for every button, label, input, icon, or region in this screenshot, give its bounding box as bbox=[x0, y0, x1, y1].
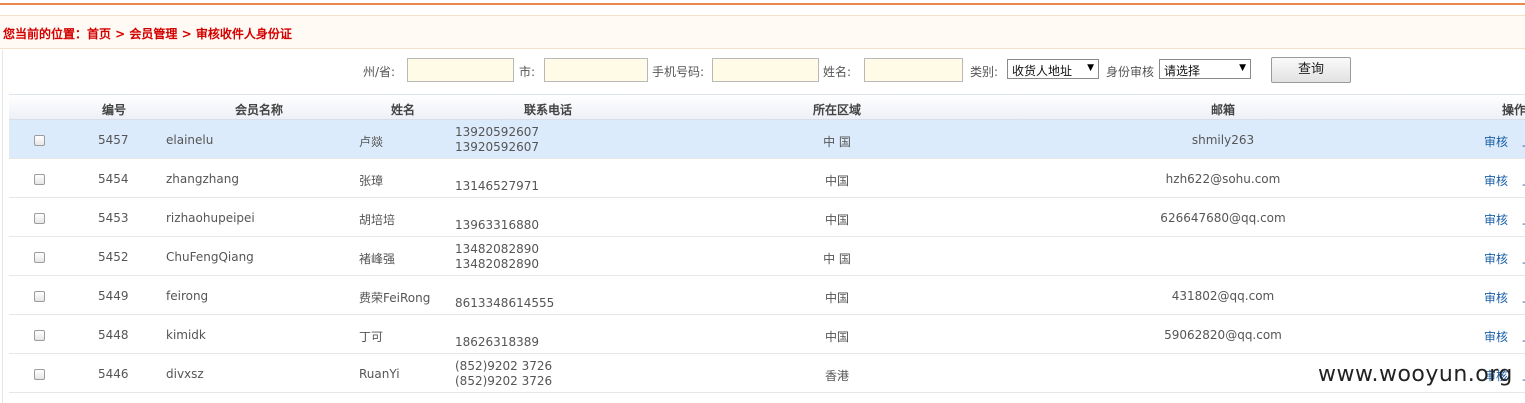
row-name: RuanYi bbox=[359, 367, 400, 381]
review-link[interactable]: 审核 bbox=[1484, 328, 1508, 345]
row-region: 中国 bbox=[824, 330, 850, 344]
header-phone: 联系电话 bbox=[523, 103, 573, 117]
category-selected: 收货人地址 bbox=[1012, 64, 1073, 78]
city-input[interactable] bbox=[544, 58, 648, 82]
table-row: 5453 rizhaohupeipei 胡培培 13963316880 中国 6… bbox=[9, 198, 1525, 237]
row-phone: 8613348614555 bbox=[455, 296, 555, 310]
row-member: rizhaohupeipei bbox=[166, 211, 255, 225]
row-email: 626647680@qq.com bbox=[1160, 211, 1286, 225]
table-row: 5449 feirong 费荣FeiRong 8613348614555 中国 … bbox=[9, 276, 1525, 315]
header-region: 所在区域 bbox=[812, 103, 862, 117]
breadcrumb: 您当前的位置：首页 > 会员管理 > 审核收件人身份证 bbox=[3, 27, 292, 41]
dropdown-arrow-icon: ▼ bbox=[1239, 63, 1246, 73]
row-id: 5457 bbox=[98, 133, 129, 147]
filter-bar: 州/省: 市: 手机号码: 姓名: 类别: 收货人地址 ▼ 身份审核 请选择 ▼… bbox=[3, 50, 1525, 94]
watermark: www.wooyun.org bbox=[1318, 362, 1513, 387]
name-label: 姓名: bbox=[823, 65, 852, 79]
row-member: divxsz bbox=[166, 367, 204, 381]
header-id: 编号 bbox=[101, 103, 127, 117]
header-member: 会员名称 bbox=[234, 103, 284, 117]
id-review-select[interactable]: 请选择 ▼ bbox=[1159, 59, 1251, 79]
row-phone: 13963316880 bbox=[455, 218, 539, 232]
dropdown-arrow-icon: ▼ bbox=[1087, 63, 1094, 73]
mobile-label: 手机号码: bbox=[652, 65, 705, 79]
table-row: 5452 ChuFengQiang 褚峰强 13482082890 1348208… bbox=[9, 237, 1525, 276]
review-link[interactable]: 审核 bbox=[1484, 289, 1508, 306]
row-region: 中 国 bbox=[823, 135, 851, 149]
top-accent bbox=[0, 0, 1525, 6]
header-action: 操作 bbox=[1501, 103, 1525, 117]
category-label: 类别: bbox=[970, 65, 999, 79]
mobile-input[interactable] bbox=[712, 58, 819, 82]
row-checkbox[interactable] bbox=[34, 369, 45, 380]
row-phone: (852)9202 3726 (852)9202 3726 bbox=[455, 359, 553, 388]
review-link[interactable]: 审核 bbox=[1484, 172, 1508, 189]
row-member: elainelu bbox=[166, 133, 214, 147]
header-email: 邮箱 bbox=[1210, 103, 1236, 117]
row-checkbox[interactable] bbox=[34, 252, 45, 263]
row-phone: 13920592607 13920592607 bbox=[455, 125, 539, 154]
row-id: 5449 bbox=[98, 289, 129, 303]
member-table: 编号 会员名称 姓名 联系电话 所在区域 邮箱 操作 5457 elainelu… bbox=[9, 94, 1525, 403]
row-email: 431802@qq.com bbox=[1171, 289, 1275, 303]
name-input[interactable] bbox=[864, 58, 963, 82]
row-phone: 13146527971 bbox=[455, 179, 539, 193]
row-region: 中国 bbox=[824, 174, 850, 188]
header-name: 姓名 bbox=[390, 103, 416, 117]
row-name: 胡培培 bbox=[359, 213, 396, 227]
main-content: 州/省: 市: 手机号码: 姓名: 类别: 收货人地址 ▼ 身份审核 请选择 ▼… bbox=[2, 50, 1525, 403]
row-email: hzh622@sohu.com bbox=[1165, 172, 1281, 186]
row-name: 丁可 bbox=[359, 330, 384, 344]
row-id: 5448 bbox=[98, 328, 129, 342]
row-member: kimidk bbox=[166, 328, 206, 342]
table-row: 5448 kimidk 丁可 18626318389 中国 59062820@q… bbox=[9, 315, 1525, 354]
review-link[interactable]: 审核 bbox=[1484, 250, 1508, 267]
row-name: 张璋 bbox=[359, 174, 384, 188]
row-email: shmily263 bbox=[1191, 133, 1255, 147]
row-region: 中国 bbox=[824, 291, 850, 305]
row-phone: 18626318389 bbox=[455, 335, 539, 349]
review-link[interactable]: 审核 bbox=[1484, 211, 1508, 228]
table-row: 5446 divxsz RuanYi (852)9202 3726 (852)92… bbox=[9, 354, 1525, 393]
row-name: 费荣FeiRong bbox=[359, 291, 431, 305]
row-id: 5452 bbox=[98, 250, 129, 264]
category-select[interactable]: 收货人地址 ▼ bbox=[1007, 59, 1099, 79]
row-id: 5454 bbox=[98, 172, 129, 186]
table-row-partial bbox=[9, 393, 1525, 403]
table-row: 5457 elainelu 卢燚 13920592607 13920592607 … bbox=[9, 120, 1525, 159]
province-label: 州/省: bbox=[363, 65, 396, 79]
id-review-label: 身份审核 bbox=[1106, 65, 1155, 79]
review-link[interactable]: 审核 bbox=[1484, 133, 1508, 150]
row-checkbox[interactable] bbox=[34, 174, 45, 185]
id-review-selected: 请选择 bbox=[1164, 64, 1201, 78]
breadcrumb-bar: 您当前的位置：首页 > 会员管理 > 审核收件人身份证 bbox=[0, 15, 1525, 49]
row-member: feirong bbox=[166, 289, 209, 303]
row-id: 5446 bbox=[98, 367, 129, 381]
row-phone: 13482082890 13482082890 bbox=[455, 242, 539, 271]
row-checkbox[interactable] bbox=[34, 213, 45, 224]
city-label: 市: bbox=[519, 65, 536, 79]
row-member: zhangzhang bbox=[166, 172, 239, 186]
query-button[interactable]: 查询 bbox=[1271, 57, 1351, 83]
province-input[interactable] bbox=[407, 58, 514, 82]
table-header: 编号 会员名称 姓名 联系电话 所在区域 邮箱 操作 bbox=[9, 94, 1525, 120]
table-row: 5454 zhangzhang 张璋 13146527971 中国 hzh622… bbox=[9, 159, 1525, 198]
row-checkbox[interactable] bbox=[34, 330, 45, 341]
row-email: 59062820@qq.com bbox=[1164, 328, 1282, 342]
row-name: 卢燚 bbox=[359, 135, 384, 149]
row-id: 5453 bbox=[98, 211, 129, 225]
row-name: 褚峰强 bbox=[359, 252, 396, 266]
row-checkbox[interactable] bbox=[34, 291, 45, 302]
row-member: ChuFengQiang bbox=[166, 250, 254, 264]
row-region: 中 国 bbox=[823, 252, 851, 266]
row-region: 香港 bbox=[824, 369, 850, 383]
row-region: 中国 bbox=[824, 213, 850, 227]
row-checkbox[interactable] bbox=[34, 135, 45, 146]
